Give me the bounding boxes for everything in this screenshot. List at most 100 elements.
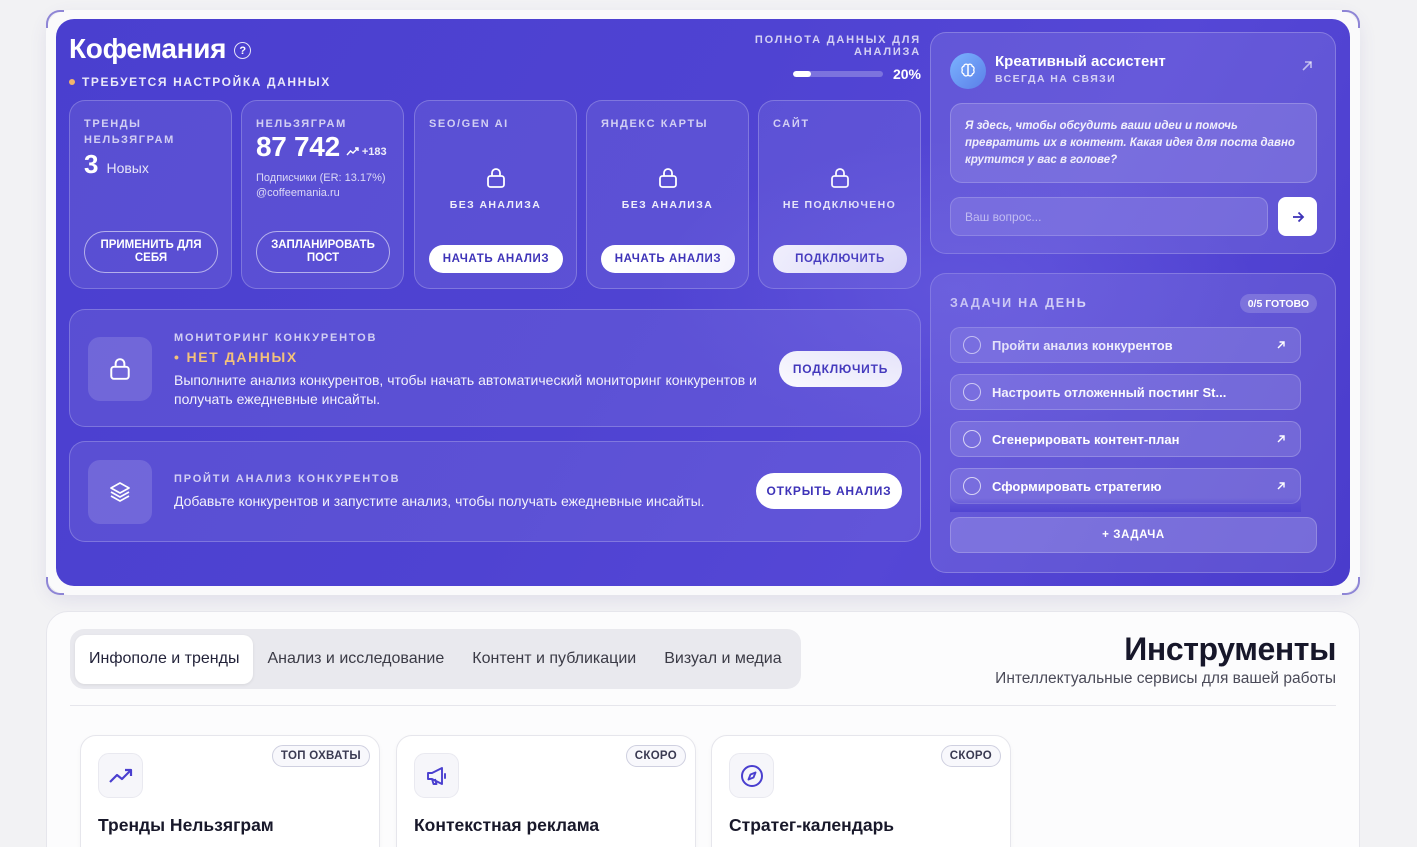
monitoring-icon-box [88,337,152,401]
trends-count-label: Новых [106,160,149,176]
analysis-description: Добавьте конкурентов и запустите анализ,… [174,493,705,509]
tool-card-trends[interactable]: ТОП ОХВАТЫ Тренды Нельзяграм [80,735,380,847]
tool-name: Тренды Нельзяграм [98,815,274,835]
start-seo-analysis-button[interactable]: НАЧАТЬ АНАЛИЗ [429,245,563,273]
monitoring-description: Выполните анализ конкурентов, чтобы нача… [174,372,757,407]
subscribers-value: 87 742 [256,131,340,162]
tab-infopole[interactable]: Инфополе и тренды [75,634,254,684]
creative-assistant-panel: Креативный ассистент ВСЕГДА НА СВЯЗИ Я з… [930,32,1336,254]
trending-up-icon [108,768,132,783]
data-completeness: ПОЛНОТА ДАННЫХ ДЛЯ АНАЛИЗА 20% [697,34,921,82]
completeness-value: 20% [892,66,921,82]
card-title: ЯНДЕКС КАРТЫ [601,118,709,130]
brain-icon [961,63,975,77]
lock-icon [486,168,505,188]
lock-icon [658,168,677,188]
account-handle: @coffeemania.ru [256,187,340,199]
setup-status-text: ТРЕБУЕТСЯ НАСТРОЙКА ДАННЫХ [82,75,331,89]
open-external-icon[interactable] [1301,60,1313,72]
tool-icon-box [729,753,774,798]
task-label: Сформировать стратегию [992,478,1162,494]
lock-icon [110,358,130,380]
tools-tabs: Инфополе и тренды Анализ и исследование … [70,629,801,689]
task-label: Пройти анализ конкурентов [992,337,1173,353]
task-item[interactable]: Пройти анализ конкурентов [950,327,1301,363]
assistant-question-input[interactable] [950,197,1268,236]
assistant-avatar [950,53,986,89]
help-icon[interactable]: ? [234,42,252,59]
task-checkbox[interactable] [963,477,981,495]
arrow-up-right-icon[interactable] [1276,434,1286,444]
task-item[interactable]: Сгенерировать контент-план [950,421,1301,457]
card-title: SEO/GEN AI [429,118,509,130]
completeness-progress-fill [792,71,811,77]
task-label: Сгенерировать контент-план [992,431,1180,447]
competitor-analysis-panel: ПРОЙТИ АНАЛИЗ КОНКУРЕНТОВ Добавьте конку… [69,441,921,542]
card-yandex-maps: ЯНДЕКС КАРТЫ БЕЗ АНАЛИЗА НАЧАТЬ АНАЛИЗ [586,100,749,289]
status-dot [69,79,75,85]
arrow-up-right-icon[interactable] [1276,481,1286,491]
tools-subtitle: Интеллектуальные сервисы для вашей работ… [995,670,1336,687]
setup-status: ТРЕБУЕТСЯ НАСТРОЙКА ДАННЫХ [69,75,331,89]
tools-section: Инфополе и тренды Анализ и исследование … [46,611,1360,847]
task-item[interactable]: Настроить отложенный постинг St... [950,374,1301,410]
analysis-icon-box [88,460,152,524]
arrow-up-right-icon[interactable] [1276,340,1286,350]
card-title: САЙТ [773,118,810,130]
assistant-subtitle: ВСЕГДА НА СВЯЗИ [995,73,1117,85]
card-status: БЕЗ АНАЛИЗА [621,199,714,211]
tool-name: Стратег-календарь [729,815,895,835]
tool-badge: ТОП ОХВАТЫ [271,745,370,767]
tool-name: Контекстная реклама [414,815,600,835]
task-checkbox[interactable] [963,430,981,448]
tasks-title: ЗАДАЧИ НА ДЕНЬ [950,296,1088,310]
tool-badge: СКОРО [940,745,1001,767]
tab-analysis[interactable]: Анализ и исследование [253,635,458,684]
card-status: БЕЗ АНАЛИЗА [449,199,542,211]
connect-monitoring-button[interactable]: ПОДКЛЮЧИТЬ [779,351,902,387]
apply-trend-button[interactable]: ПРИМЕНИТЬ ДЛЯ СЕБЯ [84,231,218,273]
tools-title: Инструменты [1124,631,1336,667]
tab-content[interactable]: Контент и публикации [458,635,650,684]
completeness-progress [792,71,883,77]
trends-count: 3 Новых [84,149,149,180]
list-fade [950,498,1301,512]
tool-card-strategy-calendar[interactable]: СКОРО Стратег-календарь [711,735,1011,847]
monitoring-status: • НЕТ ДАННЫХ [174,349,298,365]
assistant-message: Я здесь, чтобы обсудить ваши идеи и помо… [950,103,1317,183]
tasks-progress-badge: 0/5 ГОТОВО [1239,294,1317,313]
analysis-title: ПРОЙТИ АНАЛИЗ КОНКУРЕНТОВ [174,473,401,485]
card-title: ТРЕНДЫ НЕЛЬЗЯГРАМ [84,118,175,146]
monitoring-status-text: НЕТ ДАННЫХ [186,349,298,365]
trend-up-icon [346,147,359,156]
subscribers-delta-value: +183 [361,145,387,158]
tool-icon-box [414,753,459,798]
add-task-button[interactable]: + ЗАДАЧА [950,517,1317,553]
task-checkbox[interactable] [963,383,981,401]
subscribers-delta: +183 [346,146,387,158]
status-bullet: • [174,349,181,365]
completeness-label: ПОЛНОТА ДАННЫХ ДЛЯ АНАЛИЗА [754,34,921,58]
connect-site-button[interactable]: ПОДКЛЮЧИТЬ [773,245,907,273]
card-trends: ТРЕНДЫ НЕЛЬЗЯГРАМ 3 Новых ПРИМЕНИТЬ ДЛЯ … [69,100,232,289]
monitoring-title: МОНИТОРИНГ КОНКУРЕНТОВ [174,332,378,344]
tab-visual[interactable]: Визуал и медиа [650,635,795,684]
card-status: НЕ ПОДКЛЮЧЕНО [782,199,897,211]
start-yandex-analysis-button[interactable]: НАЧАТЬ АНАЛИЗ [601,245,735,273]
tool-card-context-ads[interactable]: СКОРО Контекстная реклама [396,735,696,847]
open-analysis-button[interactable]: ОТКРЫТЬ АНАЛИЗ [756,473,902,509]
task-label: Настроить отложенный постинг St... [992,384,1227,400]
compass-icon [740,764,763,787]
megaphone-icon [426,766,446,785]
tool-icon-box [98,753,143,798]
lock-icon [830,168,849,188]
daily-tasks-panel: ЗАДАЧИ НА ДЕНЬ 0/5 ГОТОВО Пройти анализ … [930,273,1336,573]
send-question-button[interactable] [1278,197,1317,236]
task-checkbox[interactable] [963,336,981,354]
schedule-post-button[interactable]: ЗАПЛАНИРОВАТЬ ПОСТ [256,231,390,273]
subscribers-meta: Подписчики (ER: 13.17%) @coffeemania.ru [256,171,386,201]
brand-title: Кофемания [69,33,227,64]
arrow-right-icon [1292,211,1304,222]
card-title: НЕЛЬЗЯГРАМ [256,118,347,130]
layers-icon [110,482,130,502]
